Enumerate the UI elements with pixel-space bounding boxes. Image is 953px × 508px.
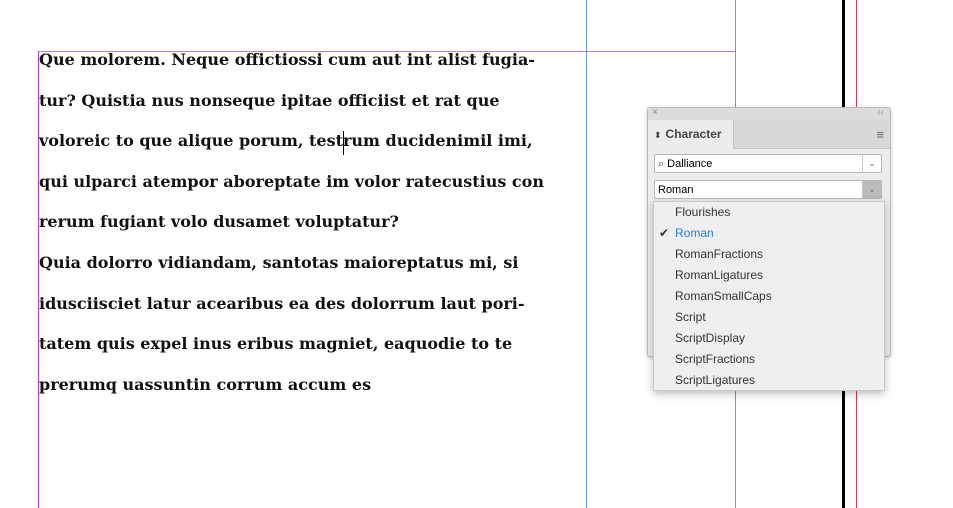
style-option-romanfractions[interactable]: RomanFractions <box>654 244 884 265</box>
style-option-script[interactable]: Script <box>654 307 884 328</box>
text-line: idusciisciet latur acearibus ea des dolo… <box>39 293 525 313</box>
font-family-value: Dalliance <box>667 158 713 170</box>
style-option-scriptfractions[interactable]: ScriptFractions <box>654 349 884 370</box>
text-line: Quia dolorro vidiandam, santotas maiorep… <box>39 252 519 272</box>
style-option-romansmallcaps[interactable]: RomanSmallCaps <box>654 286 884 307</box>
text-line: voloreic to que alique porum, testrum du… <box>39 131 533 151</box>
font-style-select[interactable]: Roman ⌄ <box>654 180 882 199</box>
style-option-romanligatures[interactable]: RomanLigatures <box>654 265 884 286</box>
text-line: qui ulparci atempor aboreptate im volor … <box>39 171 544 191</box>
checkmark-icon: ✔ <box>659 226 670 240</box>
style-option-scriptdisplay[interactable]: ScriptDisplay <box>654 328 884 349</box>
font-style-value: Roman <box>658 184 694 196</box>
text-line: prerumq uassuntin corrum accum es <box>39 374 372 394</box>
close-icon[interactable]: × <box>652 107 658 118</box>
text-line: tur? Quistia nus nonseque ipitae officii… <box>39 90 500 110</box>
panel-titlebar: × ‹‹ <box>648 107 890 120</box>
style-option-scriptligatures[interactable]: ScriptLigatures <box>654 370 884 391</box>
option-label: Roman <box>675 226 714 240</box>
text-line: tatem quis expel inus eribus magniet, ea… <box>39 334 513 354</box>
text-line: rerum fugiant volo dusamet voluptatur? <box>39 212 399 232</box>
chevron-down-icon[interactable]: ⌄ <box>862 181 881 198</box>
font-family-select[interactable]: ⌕ Dalliance ⌄ <box>654 154 882 173</box>
panel-tab-row: ⬍ Character ≡ <box>648 120 890 149</box>
tab-character[interactable]: ⬍ Character <box>648 120 734 149</box>
text-line: Que molorem. Neque offictiossi cum aut i… <box>39 50 535 69</box>
tab-label: Character <box>665 127 722 141</box>
collapse-icon[interactable]: ‹‹ <box>877 107 884 118</box>
font-style-dropdown: Flourishes ✔ Roman RomanFractions RomanLi… <box>653 201 885 391</box>
style-option-flourishes[interactable]: Flourishes <box>654 202 884 223</box>
search-icon: ⌕ <box>658 158 665 170</box>
panel-menu-icon[interactable]: ≡ <box>876 127 884 142</box>
updown-icon: ⬍ <box>654 130 662 140</box>
style-option-roman[interactable]: ✔ Roman <box>654 223 884 244</box>
text-caret <box>343 131 344 155</box>
text-frame[interactable]: Que molorem. Neque offictiossi cum aut i… <box>39 44 599 409</box>
chevron-down-icon[interactable]: ⌄ <box>862 155 881 172</box>
